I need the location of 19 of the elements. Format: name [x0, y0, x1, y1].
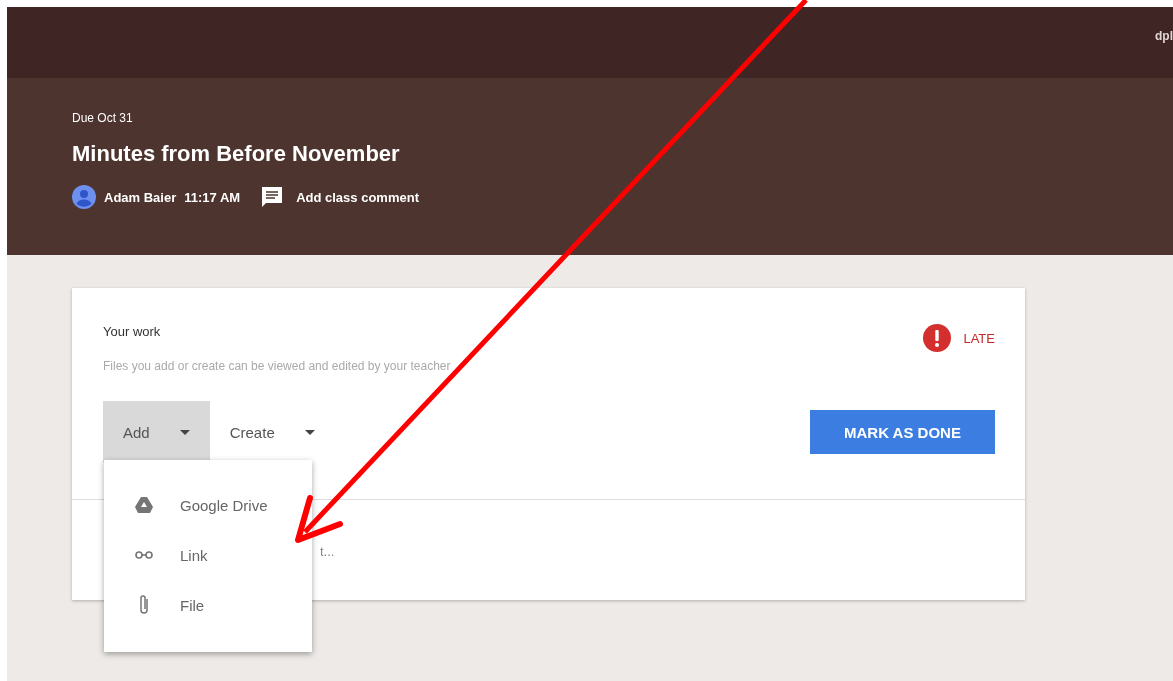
menu-item-label: Google Drive — [180, 496, 268, 514]
add-class-comment-link[interactable]: Add class comment — [296, 189, 419, 205]
menu-item[interactable]: Link — [104, 530, 312, 580]
author-name: Adam Baier — [104, 189, 177, 205]
assignment-title: Minutes from Before November — [72, 141, 401, 167]
your-work-heading: Your work — [103, 324, 162, 339]
menu-item[interactable]: File — [104, 580, 312, 630]
create-dropdown-button[interactable]: Create — [209, 401, 335, 463]
post-time: 11:17 AM — [184, 189, 241, 205]
user-name: dpl — [1155, 29, 1173, 43]
due-date: Due Oct 31 — [72, 111, 134, 125]
late-status: LATE — [963, 330, 995, 346]
add-dropdown-button[interactable]: Add — [103, 401, 210, 463]
menu-item-label: Link — [180, 546, 208, 564]
menu-item[interactable]: Google Drive — [104, 480, 312, 530]
hint-text: Files you add or create can be viewed and edited by your teacher — [103, 359, 451, 373]
mark-as-done-button[interactable]: MARK AS DONE — [810, 410, 995, 454]
comment-hint-text: t... — [320, 544, 335, 559]
menu-item-label: File — [180, 596, 205, 614]
